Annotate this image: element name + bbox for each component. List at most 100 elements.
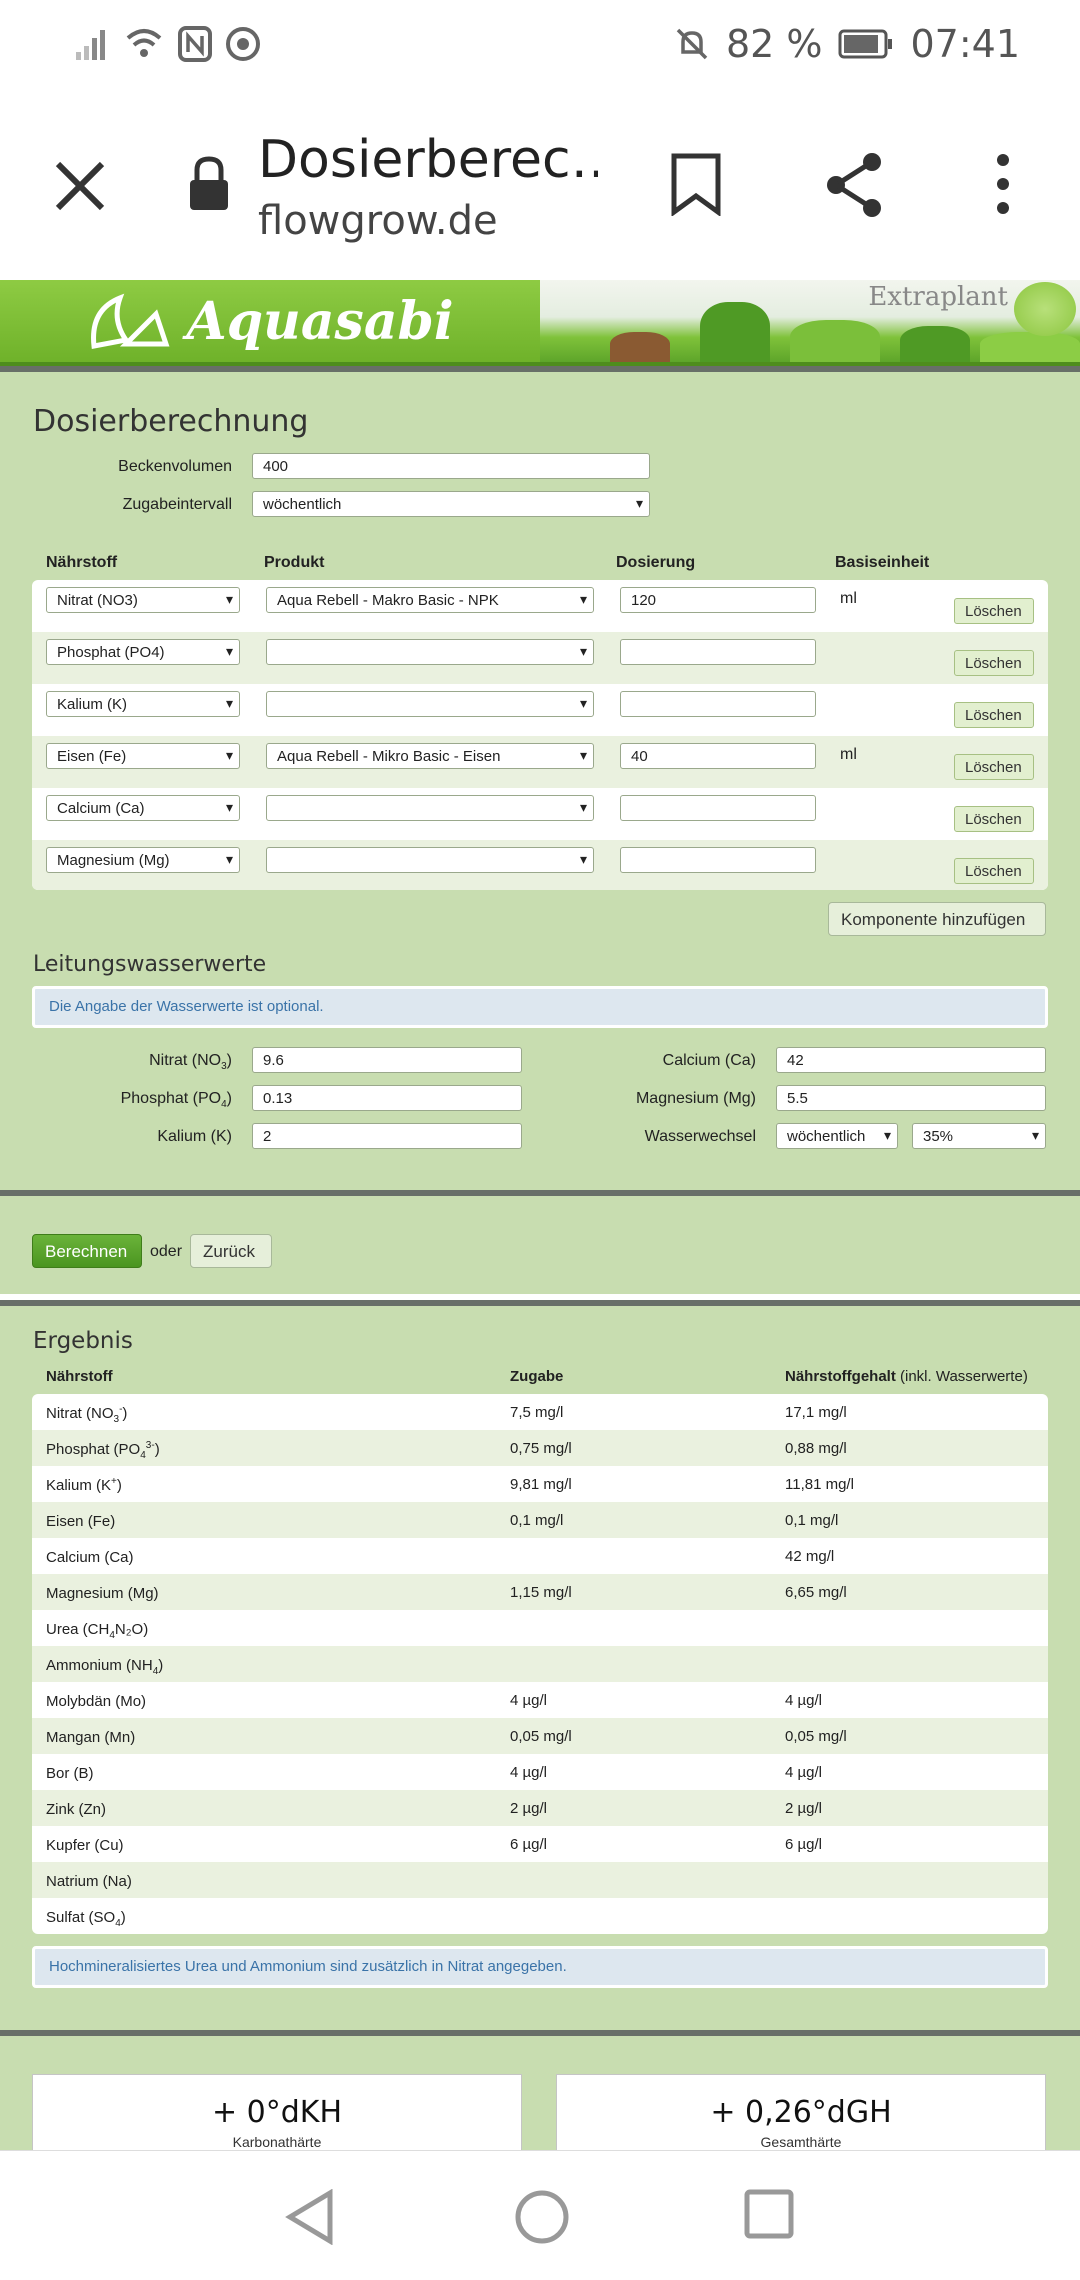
result-content: 17,1 mg/l (785, 1404, 847, 1421)
result-nutrient-name: Sulfat (SO (46, 1909, 116, 1926)
nutrient-row: Calcium (Ca) Löschen (32, 788, 1048, 840)
partner-name: Extraplant (868, 282, 1008, 312)
result-nutrient-name: Bor (B) (46, 1765, 94, 1782)
dosage-input[interactable] (620, 691, 816, 717)
result-col-nutrient: Nährstoff (46, 1368, 113, 1385)
hardness-panel: + 0°dKH Karbonathärte + 0,26°dGH Gesamth… (0, 2030, 1080, 2156)
delete-button[interactable]: Löschen (954, 598, 1034, 624)
tank-volume-label: Beckenvolumen (118, 458, 232, 475)
page-domain[interactable]: flowgrow.de (258, 198, 498, 244)
product-select[interactable] (266, 639, 594, 665)
product-select[interactable] (266, 847, 594, 873)
nutrient-select[interactable]: Nitrat (NO3) (46, 587, 240, 613)
page-title[interactable]: Dosierberec… (258, 130, 598, 190)
col-product: Produkt (264, 554, 325, 571)
aquasabi-logo[interactable]: Aquasabi (0, 280, 540, 366)
interval-label: Zugabeintervall (122, 496, 232, 513)
tapwater-info: Die Angabe der Wasserwerte ist optional. (32, 986, 1048, 1028)
site-banner: Aquasabi Extraplant (0, 280, 1080, 366)
dosage-input[interactable] (620, 847, 816, 873)
result-addition: 1,15 mg/l (510, 1584, 572, 1601)
result-content: 4 µg/l (785, 1692, 822, 1709)
battery-icon (838, 29, 893, 59)
more-menu-icon[interactable] (986, 152, 1020, 216)
base-unit: ml (840, 746, 857, 763)
dosage-input[interactable]: 40 (620, 743, 816, 769)
nutrient-select[interactable]: Eisen (Fe) (46, 743, 240, 769)
waterchange-interval-select[interactable]: wöchentlich (776, 1123, 898, 1149)
result-nutrient: Kupfer (Cu) (46, 1836, 124, 1857)
banner-image: Extraplant (540, 280, 1080, 366)
product-select[interactable] (266, 795, 594, 821)
col-base-unit: Basiseinheit (835, 554, 930, 571)
chrome-icon (226, 27, 260, 61)
nutrient-select[interactable]: Phosphat (PO4) (46, 639, 240, 665)
result-nutrient-sub: 3 (113, 1414, 120, 1425)
result-row: Mangan (Mn) 0,05 mg/l 0,05 mg/l (32, 1718, 1048, 1754)
result-nutrient-name: Eisen (Fe) (46, 1513, 116, 1530)
signal-icon (76, 30, 105, 60)
mute-bell-icon (676, 28, 708, 60)
nutrient-row: Magnesium (Mg) Löschen (32, 840, 1048, 890)
result-nutrient: Eisen (Fe) (46, 1512, 115, 1533)
result-nutrient-tail: ) (116, 1477, 122, 1494)
result-nutrient-tail: ) (120, 1909, 126, 1926)
bookmark-icon[interactable] (670, 152, 722, 216)
result-nutrient-sup: 3- (145, 1440, 155, 1451)
calcium-input[interactable]: 42 (776, 1047, 1046, 1073)
tapwater-heading: Leitungswasserwerte (33, 952, 267, 977)
dosage-input[interactable]: 120 (620, 587, 816, 613)
calculate-button[interactable]: Berechnen (32, 1234, 142, 1268)
interval-select[interactable]: wöchentlich (252, 491, 650, 517)
phosphat-label-close: ) (226, 1090, 232, 1107)
nitrat-label-text: Nitrat (NO (149, 1052, 222, 1069)
tank-volume-input[interactable]: 400 (252, 453, 650, 479)
back-button[interactable]: Zurück (190, 1234, 272, 1268)
dosage-input[interactable] (620, 639, 816, 665)
result-content: 0,05 mg/l (785, 1728, 847, 1745)
kalium-input[interactable]: 2 (252, 1123, 522, 1149)
result-addition: 4 µg/l (510, 1764, 547, 1781)
recents-nav-icon[interactable] (744, 2189, 794, 2239)
nutrient-select[interactable]: Magnesium (Mg) (46, 847, 240, 873)
result-nutrient-tail: ) (122, 1405, 128, 1422)
result-content: 2 µg/l (785, 1800, 822, 1817)
share-icon[interactable] (822, 150, 888, 220)
result-nutrient-tail: ) (158, 1657, 164, 1674)
nutrient-table: Nitrat (NO3) Aqua Rebell - Makro Basic -… (32, 580, 1048, 890)
result-nutrient-name: Phosphat (PO (46, 1441, 141, 1458)
nitrat-input[interactable]: 9.6 (252, 1047, 522, 1073)
magnesium-input[interactable]: 5.5 (776, 1085, 1046, 1111)
nitrat-label-close: ) (226, 1052, 232, 1069)
result-nutrient-name: Zink (Zn) (46, 1801, 106, 1818)
result-nutrient-name: Ammonium (NH (46, 1657, 153, 1674)
product-select[interactable]: Aqua Rebell - Mikro Basic - Eisen (266, 743, 594, 769)
wifi-icon (126, 29, 162, 57)
phosphat-input[interactable]: 0.13 (252, 1085, 522, 1111)
nutrient-select[interactable]: Calcium (Ca) (46, 795, 240, 821)
result-nutrient: Molybdän (Mo) (46, 1692, 146, 1713)
close-icon[interactable] (52, 158, 108, 214)
back-nav-icon[interactable] (284, 2189, 336, 2245)
product-select[interactable]: Aqua Rebell - Makro Basic - NPK (266, 587, 594, 613)
nutrient-row: Nitrat (NO3) Aqua Rebell - Makro Basic -… (32, 580, 1048, 632)
result-row: Zink (Zn) 2 µg/l 2 µg/l (32, 1790, 1048, 1826)
delete-button[interactable]: Löschen (954, 806, 1034, 832)
home-nav-icon[interactable] (514, 2189, 570, 2245)
result-nutrient-name: Urea (CH (46, 1621, 110, 1638)
delete-button[interactable]: Löschen (954, 650, 1034, 676)
product-select[interactable] (266, 691, 594, 717)
result-row: Sulfat (SO4) (32, 1898, 1048, 1934)
result-nutrient: Kalium (K+) (46, 1476, 122, 1497)
add-component-button[interactable]: Komponente hinzufügen (828, 902, 1046, 936)
waterchange-percent-select[interactable]: 35% (912, 1123, 1046, 1149)
result-row: Nitrat (NO3-) 7,5 mg/l 17,1 mg/l (32, 1394, 1048, 1430)
nutrient-select[interactable]: Kalium (K) (46, 691, 240, 717)
delete-button[interactable]: Löschen (954, 702, 1034, 728)
clock: 07:41 (910, 22, 1020, 66)
lock-icon[interactable] (188, 156, 230, 212)
delete-button[interactable]: Löschen (954, 858, 1034, 884)
col-nutrient: Nährstoff (46, 554, 118, 571)
dosage-input[interactable] (620, 795, 816, 821)
delete-button[interactable]: Löschen (954, 754, 1034, 780)
